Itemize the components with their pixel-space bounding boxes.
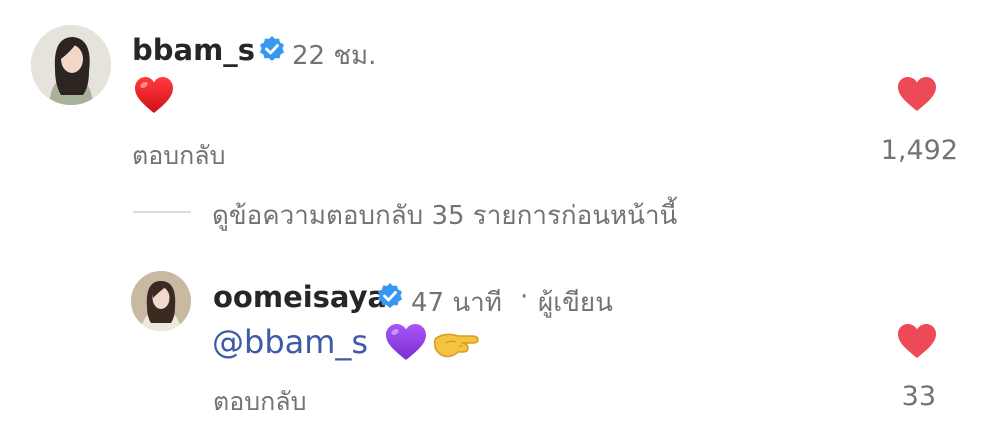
view-previous-replies-link[interactable]: ดูข้อความตอบกลับ 35 รายการก่อนหน้านี้	[212, 195, 677, 236]
reply-username[interactable]: oomeisaya	[213, 280, 387, 314]
replies-divider-line	[133, 211, 191, 213]
author-label: ผู้เขียน	[538, 288, 613, 318]
avatar-oomeisaya[interactable]	[131, 271, 191, 331]
reply-time: 47 นาที	[411, 288, 502, 318]
mention-link[interactable]: @bbam_s	[212, 323, 368, 361]
comment-username[interactable]: bbam_s	[132, 33, 255, 67]
like-heart-icon[interactable]	[896, 322, 938, 360]
pinching-hand-emoji-icon	[432, 330, 482, 360]
comment-time: 22 ชม.	[292, 41, 377, 71]
reply-button[interactable]: ตอบกลับ	[132, 136, 225, 176]
verified-badge-icon	[376, 282, 404, 310]
purple-heart-emoji-icon	[384, 322, 428, 362]
red-heart-emoji-icon	[133, 75, 175, 115]
like-heart-icon[interactable]	[896, 75, 938, 113]
meta-separator: ·	[520, 282, 529, 312]
verified-badge-icon	[258, 35, 286, 63]
like-count[interactable]: 33	[902, 381, 936, 412]
like-count[interactable]: 1,492	[881, 135, 958, 166]
avatar-bbam-s[interactable]	[31, 25, 111, 105]
reply-button[interactable]: ตอบกลับ	[213, 382, 306, 422]
